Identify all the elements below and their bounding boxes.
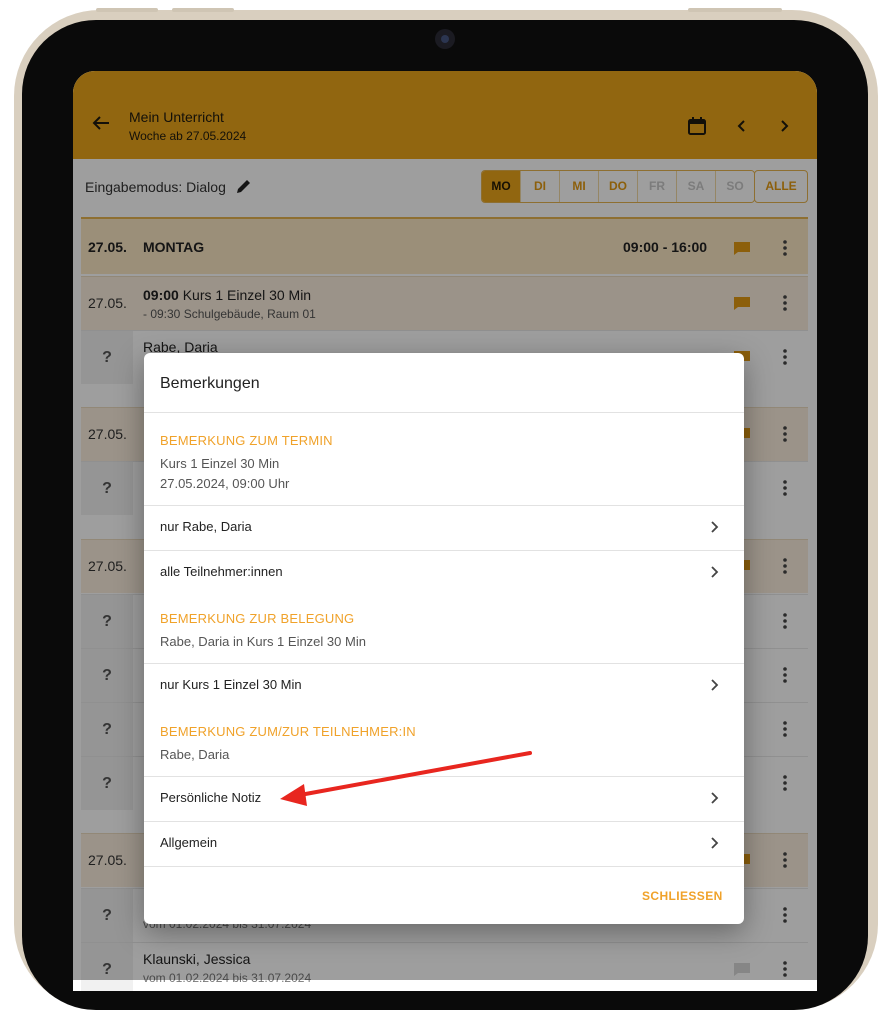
annotation-arrow-icon xyxy=(280,751,532,806)
